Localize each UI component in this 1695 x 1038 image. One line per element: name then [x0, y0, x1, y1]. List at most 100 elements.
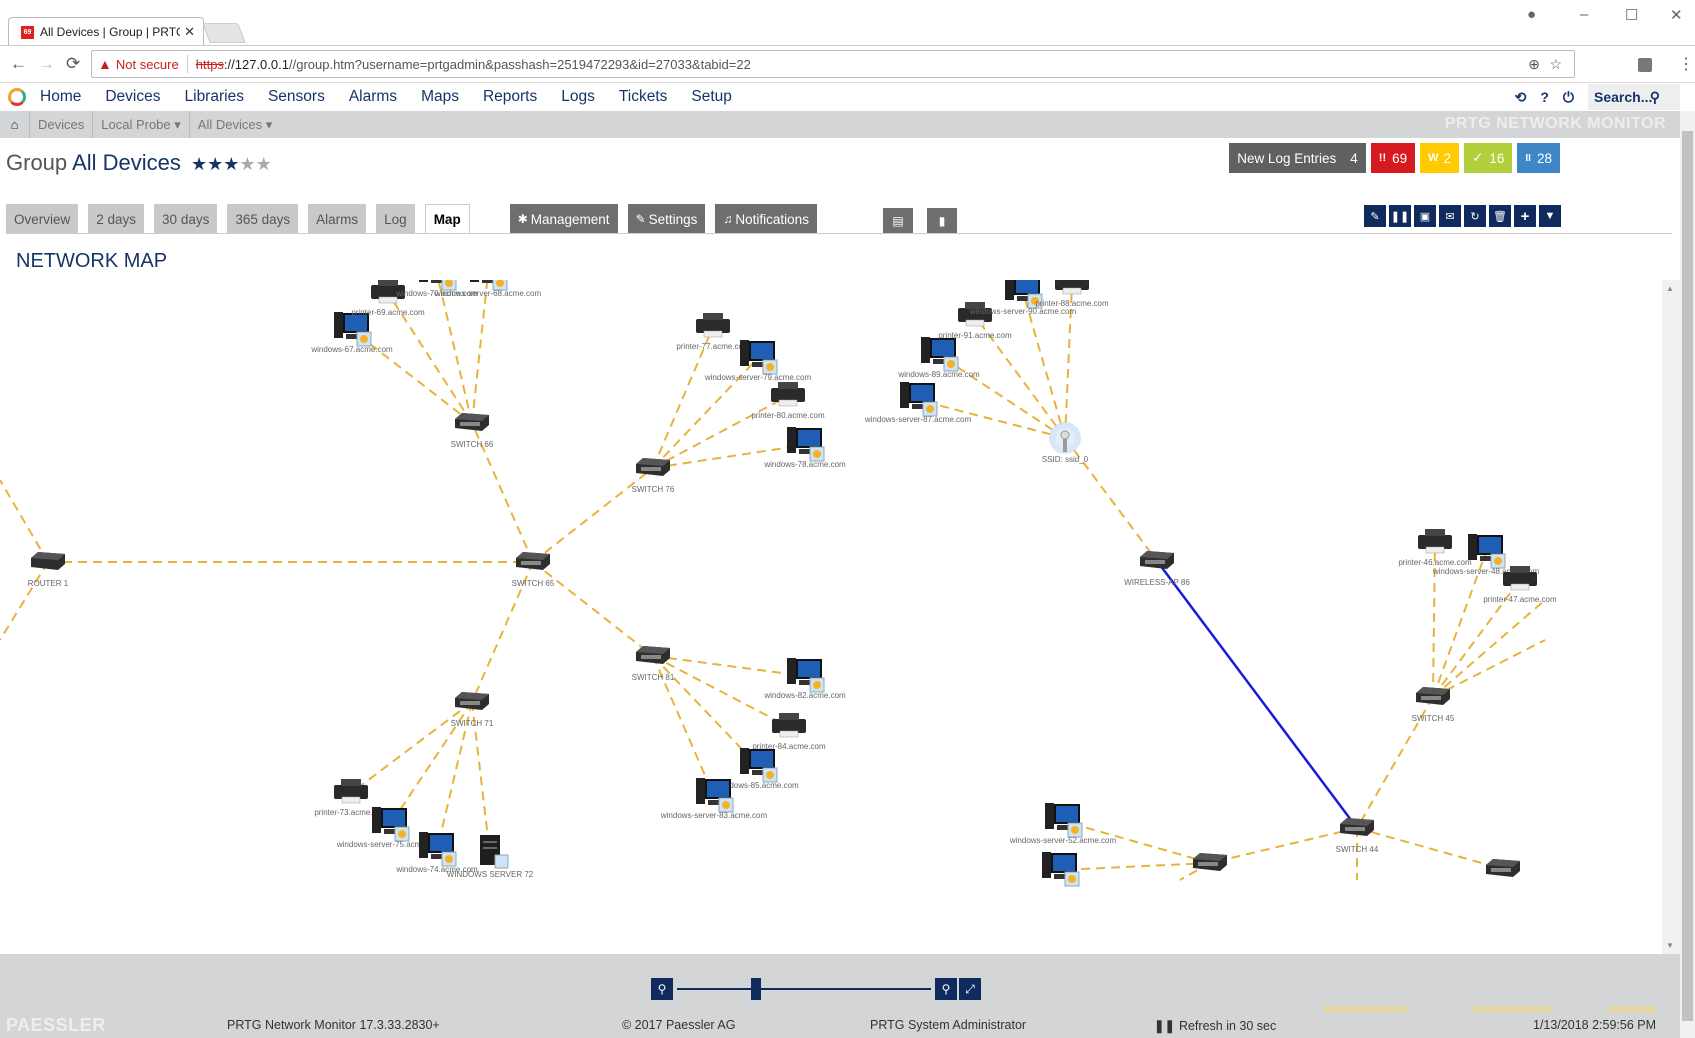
map-node-pc[interactable]	[787, 427, 825, 462]
zoom-slider-track[interactable]	[677, 988, 931, 990]
zoom-slider-handle[interactable]	[750, 978, 761, 1000]
warning-sensors-badge[interactable]: W2	[1420, 143, 1460, 173]
map-node-switch[interactable]	[1416, 687, 1450, 705]
nav-tickets[interactable]: Tickets	[619, 88, 668, 106]
forward-icon[interactable]: →	[38, 54, 55, 74]
zoom-icon[interactable]: ⊕	[1528, 56, 1540, 73]
network-map-canvas[interactable]: ROUTER 1 SWITCH 65 SWITCH 66 windows-67.acm…	[0, 280, 1662, 954]
star-icon[interactable]: ★	[207, 154, 223, 174]
map-node-switch[interactable]	[1193, 853, 1227, 871]
logout-icon[interactable]: ⏻	[1563, 89, 1574, 106]
back-icon[interactable]: ←	[10, 54, 27, 74]
map-node-printer[interactable]	[1418, 529, 1452, 554]
comments-tab-icon[interactable]: ▤	[883, 208, 913, 234]
map-node-printer[interactable]	[696, 313, 730, 338]
map-node-printer[interactable]	[334, 779, 368, 804]
map-node-pc[interactable]	[921, 337, 959, 372]
tab-365-days[interactable]: 365 days	[227, 204, 299, 234]
paused-sensors-badge[interactable]: II 28	[1517, 143, 1560, 173]
refresh-icon[interactable]: ⟲	[1515, 89, 1527, 106]
map-node-switch[interactable]	[636, 646, 670, 664]
nav-home[interactable]: Home	[40, 88, 81, 106]
map-node-server[interactable]	[480, 835, 509, 869]
up-sensors-badge[interactable]: ✓ 16	[1464, 143, 1513, 173]
fullscreen-icon[interactable]: ⤢	[959, 978, 981, 1000]
scan-now-icon[interactable]: ↻	[1464, 205, 1486, 227]
tab-notifications[interactable]: ♫ Notifications	[715, 204, 817, 234]
tab-overview[interactable]: Overview	[6, 204, 79, 234]
breadcrumb-devices[interactable]: Devices	[30, 111, 94, 138]
maximize-icon[interactable]: ☐	[1625, 6, 1638, 24]
map-node-switch[interactable]	[516, 552, 550, 570]
page-scrollbar[interactable]	[1680, 111, 1695, 1038]
map-link[interactable]	[1356, 827, 1504, 870]
map-node-pc[interactable]	[740, 340, 778, 375]
map-node-printer[interactable]	[1055, 280, 1089, 295]
map-node-switch[interactable]	[1140, 551, 1174, 569]
map-scrollbar[interactable]: ▲ ▼	[1662, 280, 1680, 954]
search-icon[interactable]: ⚲	[1650, 89, 1660, 106]
nav-maps[interactable]: Maps	[421, 88, 459, 106]
profile-icon[interactable]: ●	[1527, 6, 1536, 23]
nav-alarms[interactable]: Alarms	[349, 88, 397, 106]
map-node-pc[interactable]	[740, 748, 778, 783]
map-node-switch[interactable]	[455, 413, 489, 431]
scroll-up-icon[interactable]: ▲	[1666, 284, 1674, 293]
new-log-entries-badge[interactable]: New Log Entries 4	[1229, 143, 1366, 173]
breadcrumb-local-probe[interactable]: Local Probe ▾	[93, 111, 190, 138]
tab-log[interactable]: Log	[376, 204, 415, 234]
email-icon[interactable]: ✉	[1439, 205, 1461, 227]
map-node-ssid[interactable]	[1049, 422, 1081, 454]
map-link[interactable]	[437, 280, 473, 424]
browser-menu-icon[interactable]: ⋮	[1678, 54, 1694, 74]
map-node-pc[interactable]	[787, 658, 825, 693]
nav-setup[interactable]: Setup	[691, 88, 732, 106]
down-sensors-badge[interactable]: !! 69	[1370, 143, 1416, 173]
map-node-pc[interactable]	[334, 312, 372, 347]
search-input[interactable]: Search... ⚲	[1588, 84, 1680, 110]
url-input[interactable]: ▲ Not secure https ://127.0.0.1 //group.h…	[91, 50, 1575, 78]
map-node-switch[interactable]	[1486, 859, 1520, 877]
edit-wrench-icon[interactable]: ✎	[1364, 205, 1386, 227]
close-window-icon[interactable]: ✕	[1670, 6, 1683, 24]
map-link[interactable]	[652, 655, 806, 677]
pause-refresh-icon[interactable]: ❚❚	[1154, 1019, 1175, 1033]
page-scrollbar-thumb[interactable]	[1682, 131, 1693, 1021]
logged-in-user[interactable]: PRTG System Administrator	[870, 1018, 1026, 1032]
nav-sensors[interactable]: Sensors	[268, 88, 325, 106]
map-node-pc[interactable]	[1045, 803, 1083, 838]
more-dropdown-icon[interactable]: ▼	[1539, 205, 1561, 227]
map-node-pc[interactable]	[1468, 534, 1506, 569]
map-node-pc[interactable]	[900, 382, 938, 417]
map-link[interactable]	[1059, 862, 1211, 871]
nav-logs[interactable]: Logs	[561, 88, 595, 106]
map-node-switch[interactable]	[636, 458, 670, 476]
map-node-pc[interactable]	[1042, 852, 1080, 887]
network-map-svg[interactable]: ROUTER 1 SWITCH 65 SWITCH 66 windows-67.acm…	[0, 280, 1662, 954]
map-node-router[interactable]	[31, 552, 65, 570]
map-node-pc[interactable]	[372, 807, 410, 842]
star-icon[interactable]: ★	[256, 154, 272, 174]
star-icon[interactable]: ★	[223, 154, 239, 174]
clone-icon[interactable]: ▣	[1414, 205, 1436, 227]
tab-settings[interactable]: ✎ Settings	[627, 204, 706, 234]
tab-30-days[interactable]: 30 days	[154, 204, 218, 234]
map-link[interactable]	[0, 561, 49, 641]
tab-management[interactable]: ✱ Management	[509, 204, 618, 234]
nav-libraries[interactable]: Libraries	[185, 88, 244, 106]
star-icon[interactable]: ★	[239, 154, 255, 174]
prtg-logo-icon[interactable]	[8, 88, 26, 106]
tab-2-days[interactable]: 2 days	[88, 204, 145, 234]
map-link[interactable]	[0, 479, 49, 563]
bookmark-star-icon[interactable]: ☆	[1549, 56, 1562, 73]
help-icon[interactable]: ?	[1540, 89, 1549, 105]
map-node-pc[interactable]	[419, 832, 457, 867]
scroll-down-icon[interactable]: ▼	[1666, 941, 1674, 950]
zoom-out-icon[interactable]: ⚲	[651, 978, 673, 1000]
minimize-icon[interactable]: –	[1580, 6, 1588, 23]
tab-alarms[interactable]: Alarms	[308, 204, 367, 234]
new-tab-button[interactable]	[202, 23, 246, 43]
priority-stars[interactable]: ★★★★★	[191, 154, 272, 174]
history-tab-icon[interactable]: ▮	[927, 208, 957, 234]
map-link[interactable]	[471, 280, 489, 424]
